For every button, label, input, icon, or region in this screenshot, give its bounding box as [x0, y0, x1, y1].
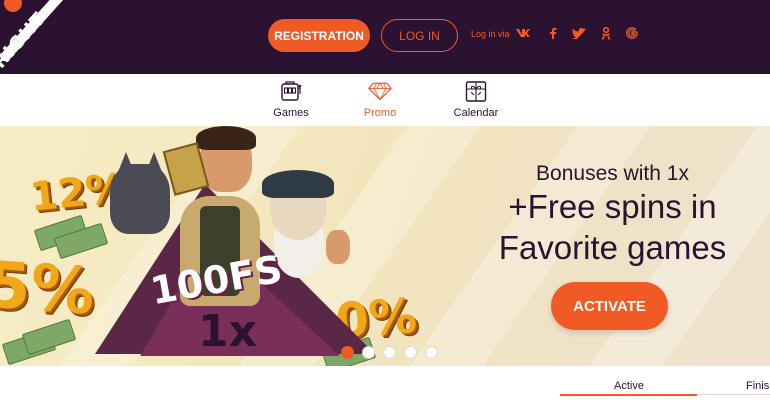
login-button[interactable]: LOG IN [381, 19, 458, 52]
slider-dot[interactable] [425, 346, 438, 359]
slot-machine-icon [279, 80, 303, 102]
twitter-icon[interactable] [572, 26, 586, 40]
facebook-icon[interactable] [546, 26, 560, 40]
promo-tabs: Active Finish [0, 366, 770, 410]
banner-title-line1: +Free spins in [508, 188, 717, 225]
tab-active[interactable]: Active [614, 380, 644, 392]
nav-item-promo[interactable]: Promo [340, 80, 420, 124]
slider-dot[interactable] [383, 346, 396, 359]
nav-item-calendar[interactable]: Calendar [436, 80, 516, 124]
activate-button[interactable]: ACTIVATE [551, 282, 668, 330]
banner-subtitle: Bonuses with 1x [536, 162, 689, 185]
thumbs-up-hand [326, 230, 350, 264]
calendar-gift-icon [464, 80, 488, 102]
tab-active-indicator [560, 394, 697, 396]
nav-item-games[interactable]: Games [251, 80, 331, 124]
wager-badge: 1x [198, 306, 257, 357]
explorer-hair [196, 126, 256, 150]
slider-dots [341, 346, 438, 359]
diamond-icon [368, 80, 392, 102]
login-via-label: Log in via [471, 29, 510, 39]
odnoklassniki-icon[interactable] [599, 26, 613, 40]
tab-divider [697, 394, 770, 395]
nav-games-label: Games [273, 107, 309, 119]
vk-icon[interactable] [516, 26, 530, 40]
banner-title-line2: Favorite games [498, 229, 727, 266]
google-icon[interactable] [625, 26, 639, 40]
registration-button[interactable]: REGISTRATION [268, 19, 370, 52]
nav-calendar-label: Calendar [453, 107, 499, 119]
gnome-hat [262, 170, 334, 198]
slider-dot[interactable] [404, 346, 417, 359]
main-nav: Games Promo Calendar [0, 74, 770, 126]
slider-dot[interactable] [341, 346, 354, 359]
header: RIGHT REGISTRATION LOG IN Log in via [0, 0, 770, 74]
tab-finished[interactable]: Finish [746, 380, 770, 392]
logo[interactable]: RIGHT [0, 0, 80, 74]
percent-badge: 5% [0, 248, 98, 330]
slider-dot[interactable] [362, 346, 375, 359]
wolf-character [110, 164, 170, 234]
logo-badge-icon [4, 0, 22, 12]
promo-banner[interactable]: 12% 5% 10% 100FS 1x Bonuses with 1x +Fre… [0, 126, 770, 366]
nav-promo-label: Promo [363, 107, 397, 119]
